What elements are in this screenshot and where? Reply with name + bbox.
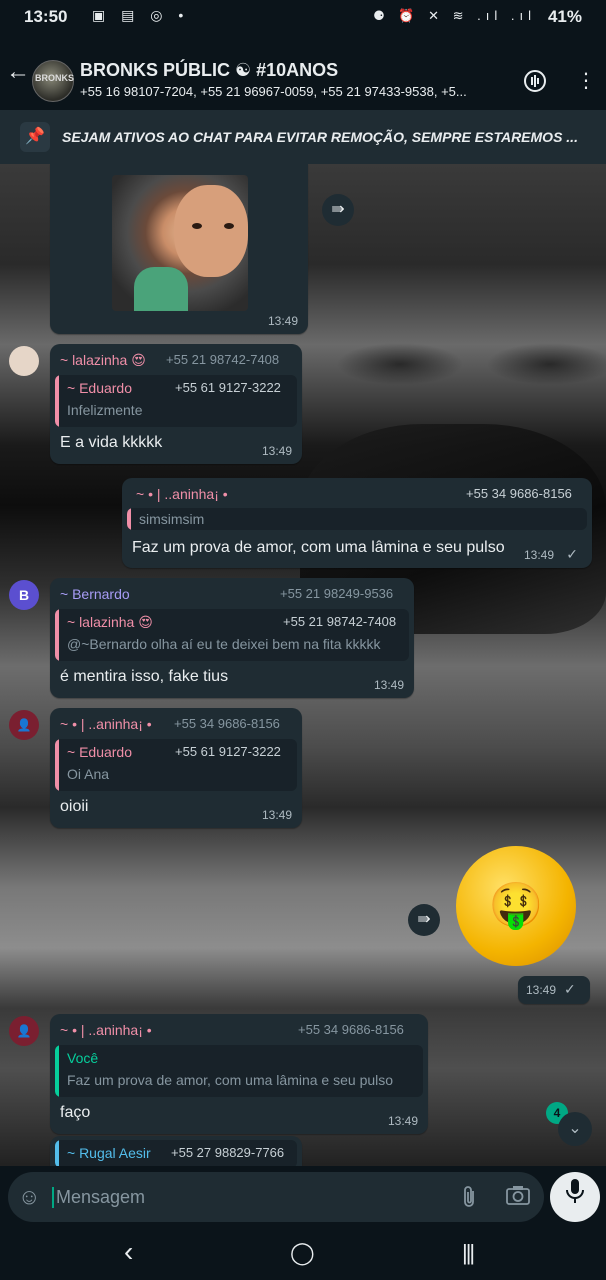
notification-icons: ▣ ▤ ◎ •: [92, 7, 190, 23]
photo-face: [174, 185, 248, 277]
forward-icon[interactable]: ⇛: [322, 194, 354, 226]
message-text: oioii: [60, 798, 89, 815]
pinned-text: SEJAM ATIVOS AO CHAT PARA EVITAR REMOÇÃO…: [62, 129, 578, 145]
pin-icon: 📌: [20, 122, 50, 152]
back-arrow-icon[interactable]: ←: [6, 58, 30, 86]
sticker-message[interactable]: 🤑: [456, 846, 576, 966]
photo-eye: [192, 223, 202, 229]
sender-phone: +55 21 98249-9536: [280, 586, 394, 601]
quote-text: @~Bernardo olha aí eu te deixei bem na f…: [67, 636, 381, 652]
microphone-icon[interactable]: [550, 1172, 600, 1222]
message-bubble[interactable]: ~ • | ..aninha¡ • +55 34 9686-8156 simsi…: [122, 478, 592, 568]
quote-phone: +55 61 9127-3222: [175, 380, 281, 395]
nav-home-icon[interactable]: ◯: [290, 1240, 315, 1266]
quote-author: ~ lalazinha 😍: [67, 614, 153, 630]
message-time: 13:49: [523, 548, 554, 562]
quote-author: ~ Eduardo: [67, 380, 132, 396]
quote-phone: +55 61 9127-3222: [175, 744, 281, 759]
sender-phone: +55 34 9686-8156: [298, 1022, 404, 1037]
message-text: Faz um prova de amor, com uma lâmina e s…: [132, 539, 505, 556]
nav-recents-icon[interactable]: |||: [462, 1240, 475, 1266]
system-nav-bar: ‹ ◯ |||: [0, 1228, 606, 1280]
sticker-time: 13:49 ✓: [518, 976, 590, 1004]
quote-bar: [55, 739, 59, 791]
sent-tick-icon: ✓: [564, 981, 576, 997]
sender-phone: +55 34 9686-8156: [466, 486, 572, 501]
sender-name[interactable]: ~ • | ..aninha¡ •: [60, 1022, 152, 1038]
quoted-message[interactable]: simsimsim: [127, 508, 587, 530]
photo-message[interactable]: 13:49: [50, 164, 308, 334]
quote-phone: +55 27 98829-7766: [171, 1145, 285, 1160]
quote-author: ~ Rugal Aesir: [67, 1145, 151, 1161]
message-time: 13:49: [261, 444, 292, 458]
group-title[interactable]: BRONKS PÚBLIC ☯ #10ANOS: [80, 60, 338, 81]
photo-shirt: [134, 267, 188, 311]
emoji-icon[interactable]: ☺: [18, 1184, 40, 1210]
sent-tick-icon: ✓: [566, 546, 578, 562]
quote-author: ~ Eduardo: [67, 744, 132, 760]
quote-bar: [55, 375, 59, 427]
attach-icon[interactable]: [462, 1185, 476, 1215]
message-bubble[interactable]: ~ • | ..aninha¡ • +55 34 9686-8156 ~ Edu…: [50, 708, 302, 828]
message-input[interactable]: ☺ Mensagem: [8, 1172, 544, 1222]
status-bar: 13:50 ▣ ▤ ◎ • ⚈ ⏰ ✕ ≋ .ıl .ıl 41%: [0, 0, 606, 34]
photo-eye: [224, 223, 234, 229]
message-time: 13:49: [261, 808, 292, 822]
quote-bar: [127, 508, 131, 530]
quote-bar: [55, 1140, 59, 1168]
forward-icon[interactable]: ⇛: [408, 904, 440, 936]
quoted-message[interactable]: ~ Eduardo +55 61 9127-3222 Infelizmente: [55, 375, 297, 427]
sender-name[interactable]: ~ • | ..aninha¡ •: [136, 486, 228, 502]
group-avatar[interactable]: BRONKS: [32, 60, 74, 102]
message-text: é mentira isso, fake tius: [60, 668, 229, 685]
group-members[interactable]: +55 16 98107-7204, +55 21 96967-0059, +5…: [80, 84, 510, 99]
nav-back-icon[interactable]: ‹: [124, 1236, 133, 1268]
message-composer: ☺ Mensagem: [0, 1166, 606, 1228]
sender-name[interactable]: ~ lalazinha 😍: [60, 352, 146, 369]
battery-level: 41%: [547, 7, 582, 26]
avatar[interactable]: 👤: [9, 1016, 39, 1046]
message-placeholder[interactable]: Mensagem: [52, 1187, 145, 1208]
message-photo[interactable]: [112, 175, 248, 311]
avatar-text: BRONKS: [35, 73, 75, 83]
message-bubble[interactable]: ~ Bernardo +55 21 98249-9536 ~ lalazinha…: [50, 578, 414, 698]
quoted-message[interactable]: ~ lalazinha 😍 +55 21 98742-7408 @~Bernar…: [55, 609, 409, 661]
quoted-message[interactable]: Você Faz um prova de amor, com uma lâmin…: [55, 1045, 423, 1097]
avatar[interactable]: B: [9, 580, 39, 610]
quote-text: Oi Ana: [67, 766, 110, 782]
pinned-message[interactable]: 📌 SEJAM ATIVOS AO CHAT PARA EVITAR REMOÇ…: [0, 110, 606, 165]
quote-phone: +55 21 98742-7408: [283, 614, 397, 629]
message-bubble[interactable]: ~ • | ..aninha¡ • +55 34 9686-8156 Você …: [50, 1014, 428, 1134]
quote-author: Você: [67, 1050, 99, 1066]
sender-name[interactable]: ~ Bernardo: [60, 586, 130, 602]
sender-name[interactable]: ~ • | ..aninha¡ •: [60, 716, 152, 732]
sender-phone: +55 21 98742-7408: [166, 352, 280, 367]
avatar[interactable]: 👤: [9, 710, 39, 740]
message-time: 13:49: [387, 1114, 418, 1128]
message-bubble[interactable]: ~ lalazinha 😍 +55 21 98742-7408 ~ Eduard…: [50, 344, 302, 464]
camera-icon[interactable]: [506, 1185, 530, 1210]
more-vertical-icon[interactable]: ⋮: [576, 68, 596, 93]
quote-text: Faz um prova de amor, com uma lâmina e s…: [67, 1072, 394, 1088]
message-bubble[interactable]: ~ Rugal Aesir +55 27 98829-7766: [50, 1136, 302, 1168]
system-icons: ⚈ ⏰ ✕ ≋ .ıl .ıl: [373, 8, 536, 23]
message-time: 13:49: [526, 983, 557, 997]
voice-call-icon[interactable]: [522, 68, 548, 100]
message-time: 13:49: [373, 678, 404, 692]
quoted-message[interactable]: ~ Eduardo +55 61 9127-3222 Oi Ana: [55, 739, 297, 791]
quote-text: simsimsim: [139, 511, 205, 527]
avatar[interactable]: [9, 346, 39, 376]
quote-bar: [55, 1045, 59, 1097]
scroll-down-icon[interactable]: ⌄: [558, 1112, 592, 1146]
quote-bar: [55, 609, 59, 661]
message-text: faço: [60, 1104, 91, 1121]
message-time: 13:49: [267, 314, 298, 328]
sender-phone: +55 34 9686-8156: [174, 716, 280, 731]
status-time: 13:50: [24, 7, 68, 26]
chat-header: ← BRONKS BRONKS PÚBLIC ☯ #10ANOS +55 16 …: [0, 34, 606, 110]
quote-text: Infelizmente: [67, 402, 143, 418]
message-text: E a vida kkkkk: [60, 434, 163, 451]
quoted-message[interactable]: ~ Rugal Aesir +55 27 98829-7766: [55, 1140, 297, 1168]
